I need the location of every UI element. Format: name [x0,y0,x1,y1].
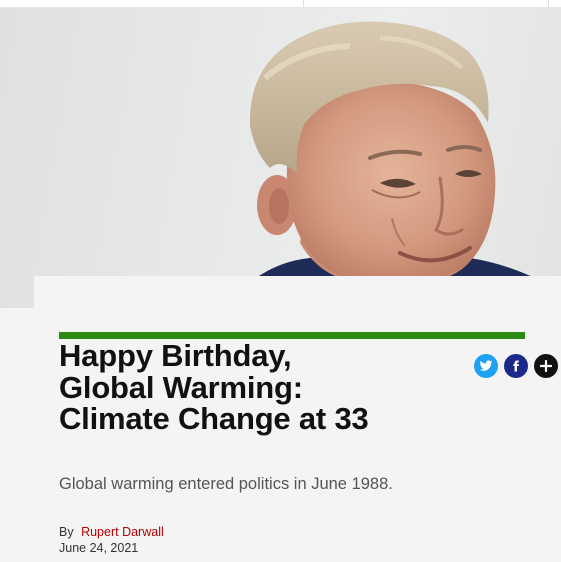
plus-icon [540,360,552,372]
facebook-icon [513,360,519,372]
article-subheadline: Global warming entered politics in June … [59,475,393,493]
top-bar [0,0,561,8]
twitter-icon [479,360,493,371]
byline: By Rupert Darwall [59,525,164,539]
portrait-photo [225,21,561,308]
share-buttons [474,354,558,378]
article-page: Happy Birthday, Global Warming: Climate … [0,0,561,562]
publish-date: June 24, 2021 [59,541,139,555]
byline-prefix: By [59,525,74,539]
more-share-button[interactable] [534,354,558,378]
author-link[interactable]: Rupert Darwall [81,525,164,539]
facebook-share-button[interactable] [504,354,528,378]
hero-image [0,8,561,308]
article-headline: Happy Birthday, Global Warming: Climate … [59,338,369,436]
top-bar-divider [303,0,304,7]
twitter-share-button[interactable] [474,354,498,378]
top-bar-divider [548,0,549,7]
